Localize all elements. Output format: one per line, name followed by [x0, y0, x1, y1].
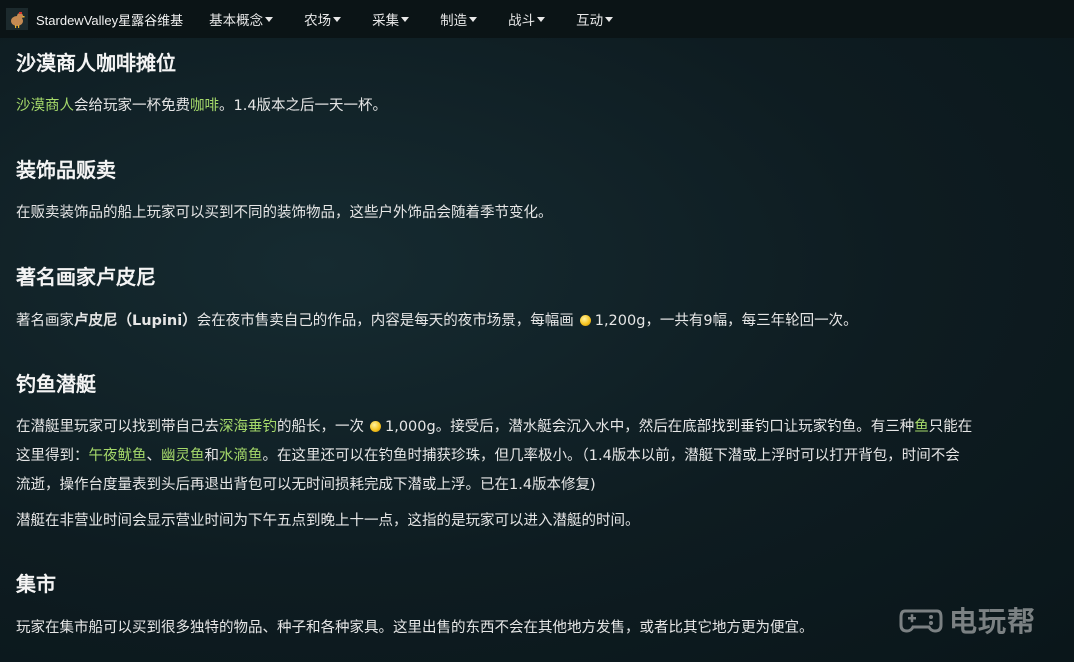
nav-menu-label: 农场 — [304, 13, 332, 29]
text-segment: 。1.4版本之后一天一杯。 — [219, 98, 388, 114]
caret-down-icon — [333, 16, 342, 22]
text-segment: 的船长，一次 — [277, 419, 364, 435]
nav-menu-crafting[interactable]: 制造 — [440, 9, 478, 29]
gold-coin-icon — [579, 315, 591, 326]
caret-down-icon — [605, 16, 614, 22]
paragraph-painter: 著名画家卢皮尼（Lupini）会在夜市售卖自己的作品，内容是每天的夜市场景，每幅… — [16, 307, 1068, 336]
link-coffee[interactable]: 咖啡 — [190, 98, 219, 114]
section-title-coffee: 沙漠商人咖啡摊位 — [16, 51, 176, 75]
text-segment: 、 — [146, 448, 162, 464]
nav-menu-farm[interactable]: 农场 — [304, 9, 342, 29]
paragraph-submarine-line1: 在潜艇里玩家可以找到带自己去深海垂钓的船长，一次 1,000g。接受后，潜水艇会沉… — [16, 413, 1068, 442]
paragraph-submarine-line2: 这里得到：午夜鱿鱼、幽灵鱼和水滴鱼。在这里还可以在钓鱼时捕获珍珠，但几率极小。（… — [16, 442, 1068, 471]
text-segment: 。在这里还可以在钓鱼时捕获珍珠，但几率极小。（1.4版本以前，潜艇下潜或上浮时可… — [262, 448, 960, 464]
section-title-decor: 装饰品贩卖 — [16, 158, 116, 182]
caret-down-icon — [537, 16, 546, 22]
link-deep-sea-fishing[interactable]: 深海垂钓 — [219, 419, 277, 435]
link-desert-trader[interactable]: 沙漠商人 — [16, 98, 74, 114]
section-title-market: 集市 — [16, 572, 56, 596]
link-spook-fish[interactable]: 幽灵鱼 — [161, 448, 205, 464]
text-segment: 在潜艇里玩家可以找到带自己去 — [16, 419, 219, 435]
gamepad-logo-icon — [899, 609, 943, 633]
text-segment: 会给玩家一杯免费 — [74, 98, 190, 114]
text-segment: 只能在 — [928, 419, 973, 435]
caret-down-icon — [265, 16, 274, 22]
watermark: 电玩帮 — [899, 600, 1036, 640]
link-blobfish[interactable]: 水滴鱼 — [219, 448, 263, 464]
nav-menu-label: 互动 — [576, 13, 604, 29]
nav-menu-label: 制造 — [440, 13, 468, 29]
painter-name: 卢皮尼（Lupini） — [74, 313, 197, 329]
nav-menu-combat[interactable]: 战斗 — [508, 9, 546, 29]
gold-coin-icon — [370, 421, 381, 432]
text-segment: 。接受后，潜水艇会沉入水中，然后在底部找到垂钓口让玩家钓鱼。有三种 — [435, 419, 915, 435]
link-midnight-squid[interactable]: 午夜鱿鱼 — [89, 448, 147, 464]
caret-down-icon — [401, 16, 410, 22]
text-segment: 这里得到： — [16, 448, 89, 464]
nav-menu-foraging[interactable]: 采集 — [372, 9, 410, 29]
caret-down-icon — [469, 16, 478, 22]
paragraph-coffee: 沙漠商人会给玩家一杯免费咖啡。1.4版本之后一天一杯。 — [16, 92, 1068, 121]
link-fish[interactable]: 鱼 — [914, 419, 929, 435]
text-segment: ，一共有9幅，每三年轮回一次。 — [645, 313, 858, 329]
nav-menu-label: 基本概念 — [209, 13, 264, 29]
nav-menu-basic-concepts[interactable]: 基本概念 — [209, 9, 274, 29]
nav-menu-interaction[interactable]: 互动 — [576, 9, 614, 29]
text-segment: 和 — [204, 448, 220, 464]
paragraph-submarine-line3: 流逝，操作台度量表到头后再退出背包可以无时间损耗完成下潜或上浮。已在1.4版本修… — [16, 477, 596, 493]
price-value: 1,200g — [594, 313, 646, 329]
site-title-link[interactable]: StardewValley星露谷维基 — [36, 10, 183, 29]
paragraph-submarine-hours: 潜艇在非营业时间会显示营业时间为下午五点到晚上十一点，这指的是玩家可以进入潜艇的… — [16, 513, 640, 529]
paragraph-decor: 在贩卖装饰品的船上玩家可以买到不同的装饰物品，这些户外饰品会随着季节变化。 — [16, 205, 553, 221]
price-value: 1,000g — [385, 419, 436, 435]
chicken-logo-icon[interactable] — [6, 8, 28, 30]
section-title-submarine: 钓鱼潜艇 — [16, 372, 96, 396]
top-navbar: StardewValley星露谷维基 基本概念 农场 采集 制造 战斗 互动 — [0, 0, 1074, 38]
section-title-painter: 著名画家卢皮尼 — [16, 265, 156, 289]
nav-menu-label: 战斗 — [508, 13, 536, 29]
watermark-text: 电玩帮 — [948, 605, 1036, 638]
nav-menu-label: 采集 — [372, 13, 400, 29]
text-segment: 著名画家 — [16, 313, 74, 329]
text-segment: 会在夜市售卖自己的作品，内容是每天的夜市场景，每幅画 — [196, 313, 574, 329]
